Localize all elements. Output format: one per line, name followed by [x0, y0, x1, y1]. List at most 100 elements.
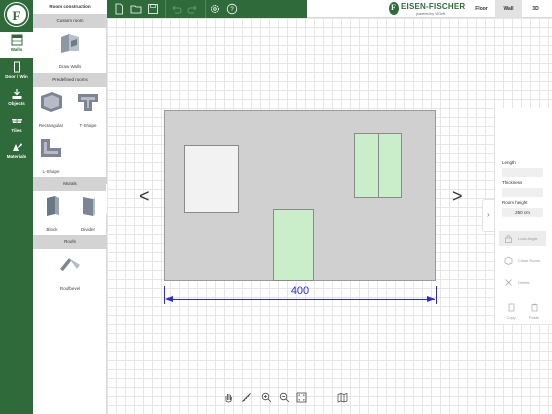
main-nav: F Walls Door / Win Objects Tiles Materia… [0, 0, 33, 414]
divider-mural-icon [83, 197, 95, 216]
nav-tiles-label: Tiles [11, 128, 22, 133]
tiles-icon [11, 119, 22, 123]
block-mural-tile[interactable]: Block [37, 194, 67, 232]
section-roofs: Roofs [33, 235, 107, 249]
l-shape-room-label: L-Shape [42, 169, 60, 174]
undo-icon[interactable] [170, 3, 182, 15]
copy-icon [508, 303, 514, 312]
materials-icon [12, 143, 22, 151]
measure-ruler-icon[interactable] [241, 392, 252, 403]
section-murals: Murals [33, 177, 107, 191]
roofbevel-label: Roofbevel [59, 286, 81, 291]
toolbar-separator [205, 0, 206, 18]
t-shape-room-tile[interactable]: T-Shape [73, 90, 103, 128]
top-toolbar: ? [107, 0, 307, 18]
section-predefined-rooms: Predefined rooms [33, 73, 107, 87]
zoom-in-icon[interactable] [261, 392, 272, 403]
redo-icon[interactable] [187, 3, 199, 15]
block-mural-icon [47, 196, 59, 216]
door-opening[interactable] [273, 209, 314, 281]
t-shape-room-icon [78, 94, 98, 111]
draw-walls-icon [61, 34, 79, 53]
t-shape-room-label: T-Shape [79, 123, 97, 128]
pan-hand-icon[interactable] [223, 392, 234, 403]
nav-walls[interactable]: Walls [0, 32, 33, 58]
collapse-properties-button[interactable]: › [482, 199, 494, 232]
toolbar-separator [165, 0, 166, 18]
settings-gear-icon[interactable] [209, 3, 221, 15]
nav-materials[interactable]: Materials [0, 139, 33, 165]
paste-label: Paste [528, 315, 540, 320]
divider-mural-tile[interactable]: Divider [73, 194, 103, 232]
help-icon[interactable]: ? [226, 3, 238, 15]
block-mural-label: Block [46, 227, 58, 232]
paste-icon [531, 303, 537, 312]
nav-walls-label: Walls [10, 47, 23, 52]
section-custom-room: Custom room [33, 14, 107, 28]
nav-objects[interactable]: Objects [0, 86, 33, 112]
brand-name: EISEN-FISCHER [401, 2, 466, 11]
thickness-field[interactable] [502, 188, 543, 197]
double-window-opening[interactable] [354, 133, 402, 198]
new-file-icon[interactable] [113, 3, 125, 15]
lock-angle-label: Lock Angle [518, 236, 538, 241]
panel-title: Room construction [33, 0, 107, 14]
tab-floor[interactable]: Floor [468, 0, 495, 18]
rectangular-room-tile[interactable]: Rectangular [36, 90, 66, 128]
zoom-out-icon[interactable] [279, 392, 290, 403]
copy-label: Copy [506, 315, 516, 320]
dimension-line [167, 299, 435, 300]
window-opening[interactable] [184, 145, 239, 213]
nav-objects-label: Objects [8, 101, 25, 106]
next-wall-arrow-icon[interactable]: > [452, 186, 463, 207]
roofbevel-tile[interactable]: Roofbevel [55, 253, 85, 291]
eisen-fischer-brand-icon: F [389, 2, 399, 15]
lock-angle-button[interactable]: Lock Angle [499, 231, 546, 246]
close-room-icon [504, 256, 513, 265]
thickness-label: Thickness [502, 180, 523, 185]
l-shape-room-icon [41, 139, 61, 157]
l-shape-room-tile[interactable]: L-Shape [36, 136, 66, 174]
nav-materials-label: Materials [6, 154, 27, 159]
tab-wall[interactable]: Wall [495, 0, 522, 18]
objects-icon [12, 89, 21, 99]
walls-icon [11, 34, 22, 46]
rectangular-room-icon [41, 92, 62, 112]
room-construction-panel: Room construction Custom room Draw Walls… [33, 0, 107, 414]
roofbevel-icon [60, 258, 80, 271]
map-icon[interactable] [337, 392, 348, 403]
dimension-arrow-left [165, 296, 173, 302]
close-room-label: Close Room [518, 258, 541, 263]
window-divider [378, 134, 379, 197]
dimension-arrow-right [427, 296, 435, 302]
brand-subtitle: powered by VIGeft [416, 12, 445, 16]
save-icon[interactable] [147, 3, 159, 15]
svg-text:?: ? [230, 7, 234, 13]
close-room-button[interactable]: Close Room [499, 253, 546, 268]
draw-walls-label: Draw Walls [58, 64, 82, 69]
rectangular-room-label: Rectangular [38, 123, 64, 128]
chevron-right-icon: › [487, 210, 490, 219]
delete-button[interactable]: Delete [499, 275, 546, 290]
paste-button[interactable]: Paste [526, 303, 542, 320]
fit-to-screen-icon[interactable] [296, 392, 307, 403]
delete-x-icon [505, 279, 512, 286]
eisen-fischer-logo: F [5, 3, 28, 26]
lock-icon [505, 235, 512, 243]
brand-bar: F EISEN-FISCHER powered by VIGeft Floor … [307, 0, 552, 18]
draw-walls-tile[interactable]: Draw Walls [55, 31, 85, 69]
dimension-tick-right [436, 286, 437, 304]
nav-tiles[interactable]: Tiles [0, 113, 33, 139]
room-height-label: Room height [502, 200, 528, 205]
open-folder-icon[interactable] [130, 3, 142, 15]
room-height-field[interactable]: 250 cm [502, 208, 543, 217]
nav-door-window[interactable]: Door / Win [0, 59, 33, 85]
nav-door-window-label: Door / Win [5, 74, 28, 79]
dimension-value[interactable]: 400 [280, 285, 320, 297]
door-window-icon [13, 61, 20, 73]
length-field[interactable] [502, 168, 543, 177]
delete-label: Delete [518, 280, 530, 285]
previous-wall-arrow-icon[interactable]: < [139, 186, 150, 207]
copy-button[interactable]: Copy [503, 303, 519, 320]
tab-3d[interactable]: 3D [522, 0, 549, 18]
